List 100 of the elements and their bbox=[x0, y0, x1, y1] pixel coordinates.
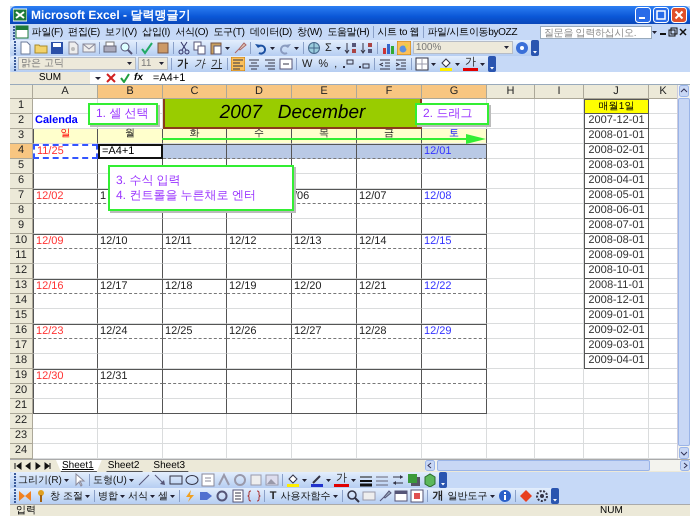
cancel-icon[interactable] bbox=[106, 72, 116, 83]
maximize-icon[interactable] bbox=[653, 7, 669, 24]
sheet-icon[interactable] bbox=[15, 25, 29, 40]
row-header[interactable]: 2 bbox=[10, 114, 33, 129]
row-header[interactable]: 21 bbox=[10, 398, 33, 414]
row-header[interactable]: 17 bbox=[10, 338, 33, 354]
sheet-tab[interactable]: Sheet1 bbox=[56, 460, 102, 472]
ring-icon[interactable] bbox=[214, 488, 229, 503]
sort-descending-icon[interactable] bbox=[360, 40, 374, 55]
percent-button[interactable]: % bbox=[316, 56, 330, 71]
arrow-style-icon[interactable] bbox=[390, 472, 405, 487]
menu-item[interactable]: 보기(V) bbox=[102, 25, 140, 40]
row-header[interactable]: 11 bbox=[10, 248, 33, 264]
comma-button[interactable]: , bbox=[332, 56, 340, 71]
scissors-icon[interactable] bbox=[177, 40, 191, 55]
menu-item[interactable]: 데이터(D) bbox=[247, 25, 295, 40]
column-header[interactable]: B bbox=[98, 84, 163, 99]
bold-button[interactable]: 가 bbox=[175, 56, 190, 71]
row-header[interactable]: 14 bbox=[10, 294, 33, 309]
fill-color-icon[interactable] bbox=[286, 472, 300, 487]
restore-icon[interactable] bbox=[668, 26, 678, 38]
column-header[interactable]: H bbox=[487, 84, 535, 99]
column-header[interactable]: D bbox=[227, 84, 292, 99]
spellcheck-icon[interactable] bbox=[140, 40, 154, 55]
column-header[interactable]: F bbox=[357, 84, 422, 99]
merge-center-icon[interactable] bbox=[279, 56, 293, 71]
row-header[interactable]: 5 bbox=[10, 158, 33, 174]
menu-item[interactable]: 편집(E) bbox=[65, 25, 102, 40]
menu-item[interactable]: 삽입(I) bbox=[140, 25, 173, 40]
sort-ascending-icon[interactable] bbox=[344, 40, 358, 55]
currency-button[interactable]: W bbox=[300, 56, 314, 71]
menu-item[interactable]: 파일(F) bbox=[29, 25, 66, 40]
row-header[interactable]: 9 bbox=[10, 218, 33, 234]
row-header[interactable]: 20 bbox=[10, 384, 33, 399]
line-icon[interactable] bbox=[136, 472, 151, 487]
toolbar-menu[interactable]: 일반도구 bbox=[448, 488, 488, 503]
line-color-icon[interactable] bbox=[310, 472, 324, 487]
decrease-indent-icon[interactable] bbox=[378, 56, 392, 71]
column-header[interactable]: K bbox=[649, 84, 677, 99]
name-box[interactable]: SUM bbox=[10, 72, 90, 84]
toolbar-menu[interactable]: 그리기(R) bbox=[18, 472, 62, 487]
grip-icon[interactable] bbox=[13, 488, 16, 504]
italic-button[interactable]: 가 bbox=[192, 56, 207, 71]
formula-field[interactable]: =A4+1 bbox=[146, 72, 186, 84]
help-icon[interactable] bbox=[514, 40, 529, 55]
new-document-icon[interactable] bbox=[18, 40, 32, 55]
arrow-icon[interactable] bbox=[152, 472, 167, 487]
font-field[interactable]: 맑은 고딕 bbox=[18, 57, 136, 70]
toolbar-menu[interactable]: 창 조절 bbox=[50, 488, 83, 503]
row-header[interactable]: 24 bbox=[10, 444, 33, 459]
row-header[interactable]: 13 bbox=[10, 278, 33, 294]
row-header[interactable]: 1 bbox=[10, 98, 33, 114]
clipboard-icon[interactable] bbox=[209, 40, 223, 55]
copy-icon[interactable] bbox=[193, 40, 207, 55]
row-header[interactable]: 4 bbox=[10, 144, 33, 159]
grip-icon[interactable] bbox=[13, 56, 16, 72]
menu-item[interactable]: 파일/시트이동byOZZ bbox=[424, 25, 520, 40]
row-header[interactable]: 15 bbox=[10, 308, 33, 324]
scroll-right-icon[interactable] bbox=[680, 460, 690, 472]
row-header[interactable]: 12 bbox=[10, 264, 33, 279]
scrollbar-thumb[interactable] bbox=[437, 460, 650, 472]
column-header[interactable]: A bbox=[33, 84, 98, 99]
previous-sheet-icon[interactable] bbox=[24, 460, 32, 471]
scroll-left-icon[interactable] bbox=[425, 460, 435, 472]
close-icon[interactable] bbox=[678, 26, 688, 38]
menu-item[interactable]: 도움말(H) bbox=[324, 25, 372, 40]
magnifier-icon[interactable] bbox=[119, 40, 133, 55]
next-sheet-icon[interactable] bbox=[34, 460, 42, 471]
globe-icon[interactable] bbox=[307, 40, 321, 55]
enter-icon[interactable] bbox=[120, 72, 130, 83]
toolbar-menu[interactable]: 서식 bbox=[128, 488, 148, 503]
toolbar-menu[interactable]: 셀 bbox=[158, 488, 168, 503]
toolbar-menu[interactable]: 도형(U) bbox=[92, 472, 127, 487]
row-header[interactable]: 19 bbox=[10, 368, 33, 384]
mail-icon[interactable] bbox=[82, 40, 96, 55]
menu-item[interactable]: 시트 to 웹 bbox=[374, 25, 422, 40]
row-header[interactable]: 18 bbox=[10, 354, 33, 369]
fill-color-icon[interactable] bbox=[439, 56, 454, 71]
oval-icon[interactable] bbox=[184, 472, 199, 487]
align-left-icon[interactable] bbox=[231, 56, 245, 71]
row-header[interactable]: 7 bbox=[10, 188, 33, 204]
toolbar-options-icon[interactable] bbox=[550, 488, 559, 504]
row-header[interactable]: 16 bbox=[10, 324, 33, 339]
paint-icon[interactable] bbox=[378, 488, 392, 503]
zoom-icon[interactable] bbox=[346, 488, 360, 503]
close-icon[interactable] bbox=[671, 7, 687, 24]
grip-icon[interactable] bbox=[13, 472, 16, 488]
increase-indent-icon[interactable] bbox=[394, 56, 408, 71]
shadow-icon[interactable] bbox=[406, 472, 421, 487]
sum-button[interactable]: Σ bbox=[323, 40, 334, 55]
row-header[interactable]: 3 bbox=[10, 128, 33, 144]
rectangle-icon[interactable] bbox=[168, 472, 183, 487]
scrollbar-thumb[interactable] bbox=[678, 98, 690, 446]
underline-button[interactable]: 가 bbox=[209, 56, 224, 71]
toolbar-options-icon[interactable] bbox=[530, 40, 539, 56]
first-sheet-icon[interactable] bbox=[14, 460, 22, 471]
field-icon[interactable] bbox=[246, 488, 261, 503]
window-icon[interactable] bbox=[394, 488, 408, 503]
borders-icon[interactable] bbox=[415, 56, 430, 71]
row-header[interactable]: 6 bbox=[10, 174, 33, 189]
